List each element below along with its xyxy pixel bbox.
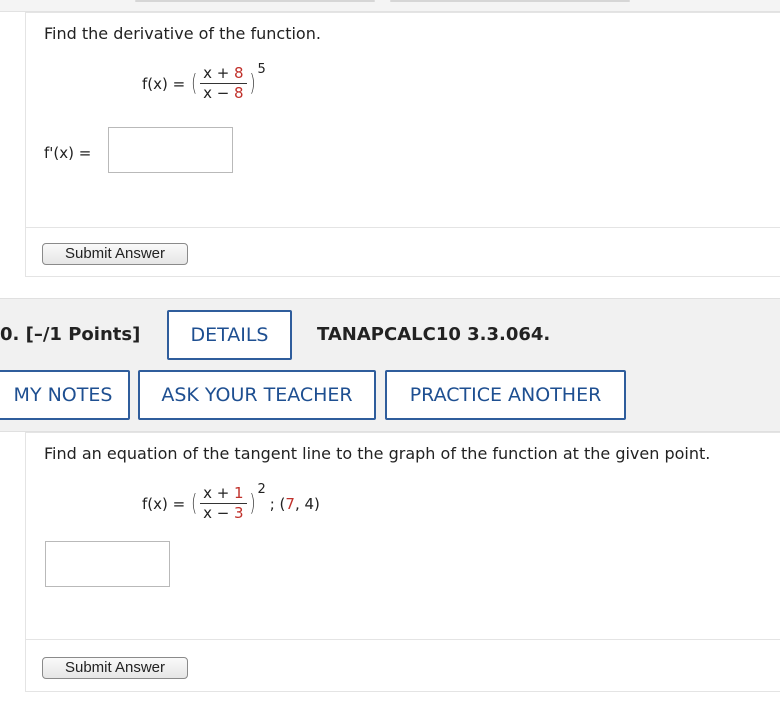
question-1-body: Find the derivative of the function. f(x… (26, 13, 780, 228)
right-paren: ) (249, 488, 256, 517)
question-1-prompt: Find the derivative of the function. (44, 24, 321, 43)
given-point: ; (7, 4) (270, 495, 320, 513)
question-1-equation: f(x) = ( x + 8 x − 8 ) 5 (142, 62, 266, 102)
numerator-variable: x + (203, 484, 235, 502)
question-number-points: 0. [–/1 Points] (0, 324, 141, 345)
equation-exponent: 2 (257, 482, 266, 497)
fraction-denominator: x − 8 (200, 84, 247, 102)
equation-fraction: x + 1 x − 3 (200, 485, 247, 522)
right-paren: ) (249, 68, 256, 97)
denominator-variable: x − (203, 84, 235, 102)
question-2-panel: Find an equation of the tangent line to … (25, 432, 780, 692)
top-strip-segment (135, 0, 375, 2)
numerator-constant: 8 (234, 64, 244, 82)
fraction-numerator: x + 8 (200, 65, 247, 84)
tangent-line-answer-input[interactable] (45, 541, 170, 587)
question-2-submit-button[interactable]: Submit Answer (42, 657, 188, 679)
question-2-equation: f(x) = ( x + 1 x − 3 ) 2 ; (7, 4) (142, 482, 320, 522)
question-2-prompt: Find an equation of the tangent line to … (44, 444, 711, 463)
left-paren: ( (191, 68, 198, 97)
derivative-answer-label: f'(x) = (44, 144, 92, 162)
fraction-numerator: x + 1 (200, 485, 247, 504)
denominator-variable: x − (203, 504, 235, 522)
question-code: TANAPCALC10 3.3.064. (317, 324, 551, 345)
equation-lhs: f(x) = (142, 494, 186, 513)
equation-exponent: 5 (257, 62, 266, 77)
equation-lhs: f(x) = (142, 74, 186, 93)
question-2-body: Find an equation of the tangent line to … (26, 433, 780, 640)
ask-your-teacher-button[interactable]: ASK YOUR TEACHER (138, 370, 376, 420)
denominator-constant: 8 (234, 84, 244, 102)
equation-fraction: x + 8 x − 8 (200, 65, 247, 102)
derivative-answer-input[interactable] (108, 127, 233, 173)
point-suffix: , 4) (294, 494, 320, 513)
my-notes-button[interactable]: MY NOTES (0, 370, 130, 420)
details-button[interactable]: DETAILS (167, 310, 292, 360)
numerator-variable: x + (203, 64, 235, 82)
numerator-constant: 1 (234, 484, 244, 502)
top-strip-segment (390, 0, 630, 2)
question-1-panel: Find the derivative of the function. f(x… (25, 12, 780, 277)
practice-another-button[interactable]: PRACTICE ANOTHER (385, 370, 626, 420)
denominator-constant: 3 (234, 504, 244, 522)
point-x: 7 (285, 494, 295, 513)
left-paren: ( (191, 488, 198, 517)
question-1-submit-button[interactable]: Submit Answer (42, 243, 188, 265)
fraction-denominator: x − 3 (200, 504, 247, 522)
point-prefix: ; ( (269, 494, 286, 513)
top-scroll-strip (0, 0, 780, 12)
